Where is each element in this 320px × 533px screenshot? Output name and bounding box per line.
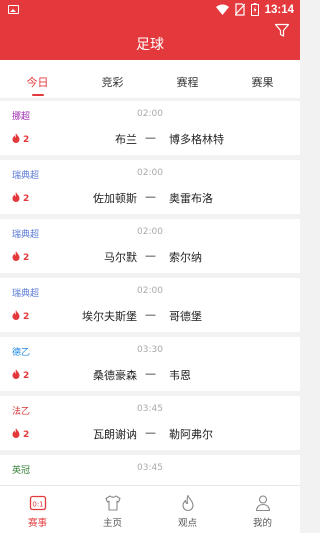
match-time: 02:00 [137, 227, 163, 237]
home-team: 布兰 [115, 133, 137, 146]
heat-count: 2 [23, 252, 30, 263]
tab-bar: 今日 竞彩 赛程 赛果 [0, 60, 300, 98]
match-card[interactable]: 瑞典超 02:00 2 佐加顿斯 — 奥雷布洛 [0, 160, 300, 214]
match-card[interactable]: 法乙 03:45 2 瓦朗谢讷 — 勒阿弗尔 [0, 396, 300, 450]
away-team: 韦恩 [169, 369, 191, 382]
tab-label: 竞彩 [101, 76, 124, 89]
match-time: 03:30 [137, 345, 163, 355]
status-bar: 13:14 [0, 0, 300, 20]
match-card[interactable]: 瑞典超 02:00 2 埃尔夫斯堡 — 哥德堡 [0, 278, 300, 332]
flame-icon [12, 192, 20, 205]
tab-label: 赛程 [176, 76, 199, 89]
home-team: 马尔默 [104, 251, 137, 264]
versus-dash: — [145, 308, 156, 321]
filter-icon[interactable] [274, 22, 290, 38]
heat-count: 2 [23, 429, 30, 440]
home-team: 佐加顿斯 [93, 192, 137, 205]
heat-count: 2 [23, 370, 30, 381]
shirt-icon [104, 495, 121, 511]
nav-label: 我的 [252, 518, 272, 529]
status-icons: 13:14 [215, 3, 294, 16]
match-card[interactable]: 德乙 03:30 2 桑德豪森 — 韦恩 [0, 337, 300, 391]
versus-dash: — [145, 249, 156, 262]
tab-results[interactable]: 赛果 [225, 60, 300, 98]
svg-text:0:1: 0:1 [32, 501, 43, 509]
away-team: 索尔纳 [169, 251, 202, 264]
page-title: 足球 [136, 37, 164, 53]
tab-label: 赛果 [251, 76, 274, 89]
match-card[interactable]: 瑞典超 02:00 2 马尔默 — 索尔纳 [0, 219, 300, 273]
scoreboard-icon: 0:1 [29, 495, 46, 511]
tab-schedule[interactable]: 赛程 [150, 60, 225, 98]
battery-charging-icon [250, 3, 259, 16]
wifi-icon [215, 4, 229, 15]
away-team: 勒阿弗尔 [169, 428, 213, 441]
heat-count: 2 [23, 134, 30, 145]
home-team: 桑德豪森 [93, 369, 137, 382]
match-time: 02:00 [137, 168, 163, 178]
flame-icon [12, 428, 20, 441]
heat-indicator: 2 [12, 369, 29, 382]
app-header: 足球 [0, 20, 300, 60]
match-list: 挪超 02:00 2 布兰 — 博多格林特 瑞典超 02:00 2 佐加顿斯 — 奥雷布洛 瑞典超 02:… [0, 101, 300, 514]
heat-indicator: 2 [12, 428, 29, 441]
match-card[interactable]: 挪超 02:00 2 布兰 — 博多格林特 [0, 101, 300, 155]
nav-item-home[interactable]: 主页 [75, 486, 150, 533]
match-time: 02:00 [137, 286, 163, 296]
heat-count: 2 [23, 311, 30, 322]
tab-label: 今日 [26, 76, 49, 89]
no-sim-icon [234, 3, 245, 16]
bottom-nav: 0:1 赛事 主页 观点 我的 [0, 485, 300, 533]
heat-indicator: 2 [12, 133, 29, 146]
home-team: 埃尔夫斯堡 [82, 310, 137, 323]
heat-count: 2 [23, 193, 30, 204]
match-time: 03:45 [137, 404, 163, 414]
heat-indicator: 2 [12, 251, 29, 264]
versus-dash: — [145, 190, 156, 203]
versus-dash: — [145, 131, 156, 144]
flame-icon [12, 251, 20, 264]
nav-label: 赛事 [27, 518, 47, 529]
heat-indicator: 2 [12, 192, 29, 205]
match-time: 03:45 [137, 463, 163, 473]
flame-icon [12, 369, 20, 382]
nav-item-events[interactable]: 0:1 赛事 [0, 486, 75, 533]
clock: 13:14 [264, 3, 294, 16]
nav-item-opinion[interactable]: 观点 [150, 486, 225, 533]
versus-dash: — [145, 367, 156, 380]
flame-icon [12, 133, 20, 146]
tab-lottery[interactable]: 竞彩 [75, 60, 150, 98]
flame-icon [181, 494, 194, 511]
nav-item-mine[interactable]: 我的 [225, 486, 300, 533]
tab-today[interactable]: 今日 [0, 60, 75, 98]
flame-icon [12, 310, 20, 323]
nav-label: 主页 [102, 518, 122, 529]
person-icon [255, 495, 270, 512]
away-team: 奥雷布洛 [169, 192, 213, 205]
versus-dash: — [145, 426, 156, 439]
match-time: 02:00 [137, 109, 163, 119]
gallery-notification-icon [8, 5, 19, 14]
away-team: 哥德堡 [169, 310, 202, 323]
nav-label: 观点 [177, 518, 197, 529]
heat-indicator: 2 [12, 310, 29, 323]
home-team: 瓦朗谢讷 [93, 428, 137, 441]
away-team: 博多格林特 [169, 133, 224, 146]
